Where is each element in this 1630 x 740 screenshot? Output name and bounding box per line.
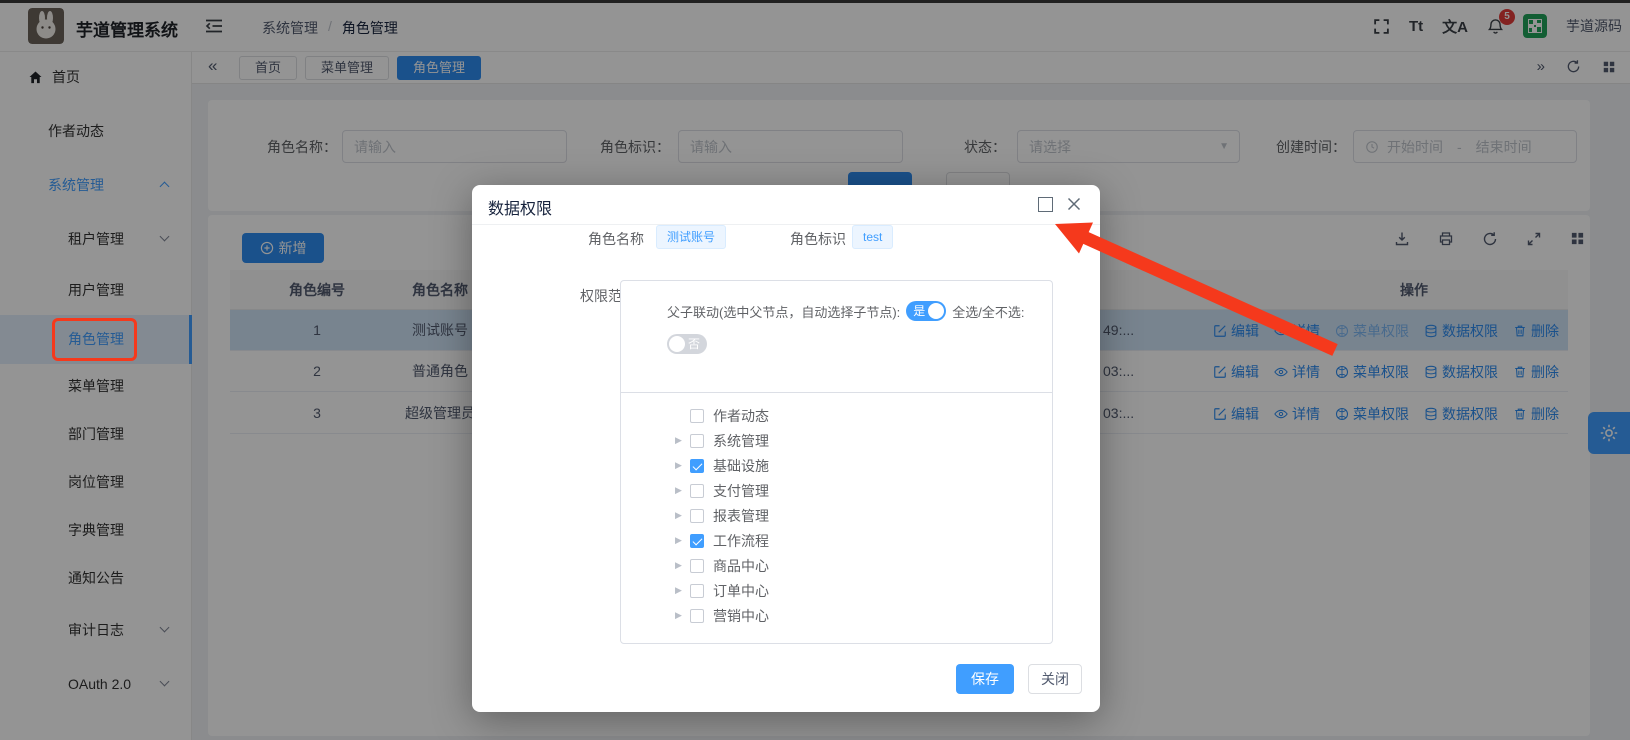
role-name-tag: 测试账号 [656,225,726,249]
tree-arrow-icon[interactable]: ▶ [675,460,688,471]
tree-node-label: 基础设施 [713,456,769,476]
tree-node-system-mgmt[interactable]: ▶ 系统管理 [675,428,1052,453]
tree-node-label: 支付管理 [713,481,769,501]
tree-node-label: 工作流程 [713,531,769,551]
dialog-role-name-label: 角色名称 [588,229,644,249]
toggle-on-text: 是 [913,304,925,318]
dialog-header[interactable]: 数据权限 [472,185,1100,225]
role-key-tag: test [852,225,893,249]
tree-node-label: 订单中心 [713,581,769,601]
tree-node-label: 系统管理 [713,431,769,451]
app-screen: 芋道管理系统 系统管理 / 角色管理 Tt 文A 5 芋道源码 [0,0,1630,740]
tree-arrow-icon[interactable]: ▶ [675,510,688,521]
checkbox-unchecked[interactable] [690,584,704,598]
tree-node-order-center[interactable]: ▶ 订单中心 [675,578,1052,603]
checkbox-unchecked[interactable] [690,484,704,498]
tree-arrow-icon[interactable]: ▶ [675,485,688,496]
checkbox-unchecked[interactable] [690,609,704,623]
tree-arrow-icon[interactable]: ▶ [675,535,688,546]
close-icon[interactable] [1066,196,1082,212]
dialog-title: 数据权限 [488,195,552,219]
tree-node-author-news[interactable]: ▶ 作者动态 [675,403,1052,428]
tree-node-label: 报表管理 [713,506,769,526]
checkbox-checked[interactable] [690,534,704,548]
tree-node-payment-mgmt[interactable]: ▶ 支付管理 [675,478,1052,503]
linkage-row: 父子联动(选中父节点，自动选择子节点): 是 全选/全不选: [667,301,1052,321]
checkbox-unchecked[interactable] [690,559,704,573]
checkbox-unchecked[interactable] [690,434,704,448]
linkage-label: 父子联动(选中父节点，自动选择子节点): [667,302,900,321]
select-all-row: 否 [667,334,1052,359]
select-all-label: 全选/全不选: [952,302,1024,321]
tree-arrow-icon[interactable]: ▶ [675,585,688,596]
toggle-knob [669,336,685,352]
dialog-role-key-label: 角色标识 [790,229,846,249]
toggle-knob [928,303,944,319]
tree-node-report-mgmt[interactable]: ▶ 报表管理 [675,503,1052,528]
dialog-footer: 保存 关闭 [956,664,1082,694]
checkbox-unchecked[interactable] [690,509,704,523]
tree-arrow-icon[interactable]: ▶ [675,560,688,571]
tree-arrow-icon[interactable]: ▶ [675,610,688,621]
tree-node-workflow[interactable]: ▶ 工作流程 [675,528,1052,553]
tree-node-label: 营销中心 [713,606,769,626]
maximize-icon[interactable] [1038,197,1053,212]
checkbox-checked[interactable] [690,459,704,473]
tree-node-label: 作者动态 [713,406,769,426]
tree-node-product-center[interactable]: ▶ 商品中心 [675,553,1052,578]
data-permission-dialog: 数据权限 角色名称 测试账号 角色标识 test 权限范围 父子联动(选中父节点… [472,185,1100,712]
tree-node-marketing-center[interactable]: ▶ 营销中心 [675,603,1052,628]
select-all-toggle-off[interactable]: 否 [667,334,707,354]
save-button[interactable]: 保存 [956,664,1014,694]
checkbox-unchecked[interactable] [690,409,704,423]
toggle-off-text: 否 [688,337,700,351]
tree-options-box: 父子联动(选中父节点，自动选择子节点): 是 全选/全不选: 否 [620,280,1053,393]
permission-tree-box: ▶ 作者动态 ▶ 系统管理 ▶ 基础设施 ▶ 支付管理 ▶ [620,392,1053,644]
linkage-toggle-on[interactable]: 是 [906,301,946,321]
tree-node-label: 商品中心 [713,556,769,576]
tree-node-infrastructure[interactable]: ▶ 基础设施 [675,453,1052,478]
tree-arrow-icon[interactable]: ▶ [675,435,688,446]
close-button[interactable]: 关闭 [1028,664,1082,694]
